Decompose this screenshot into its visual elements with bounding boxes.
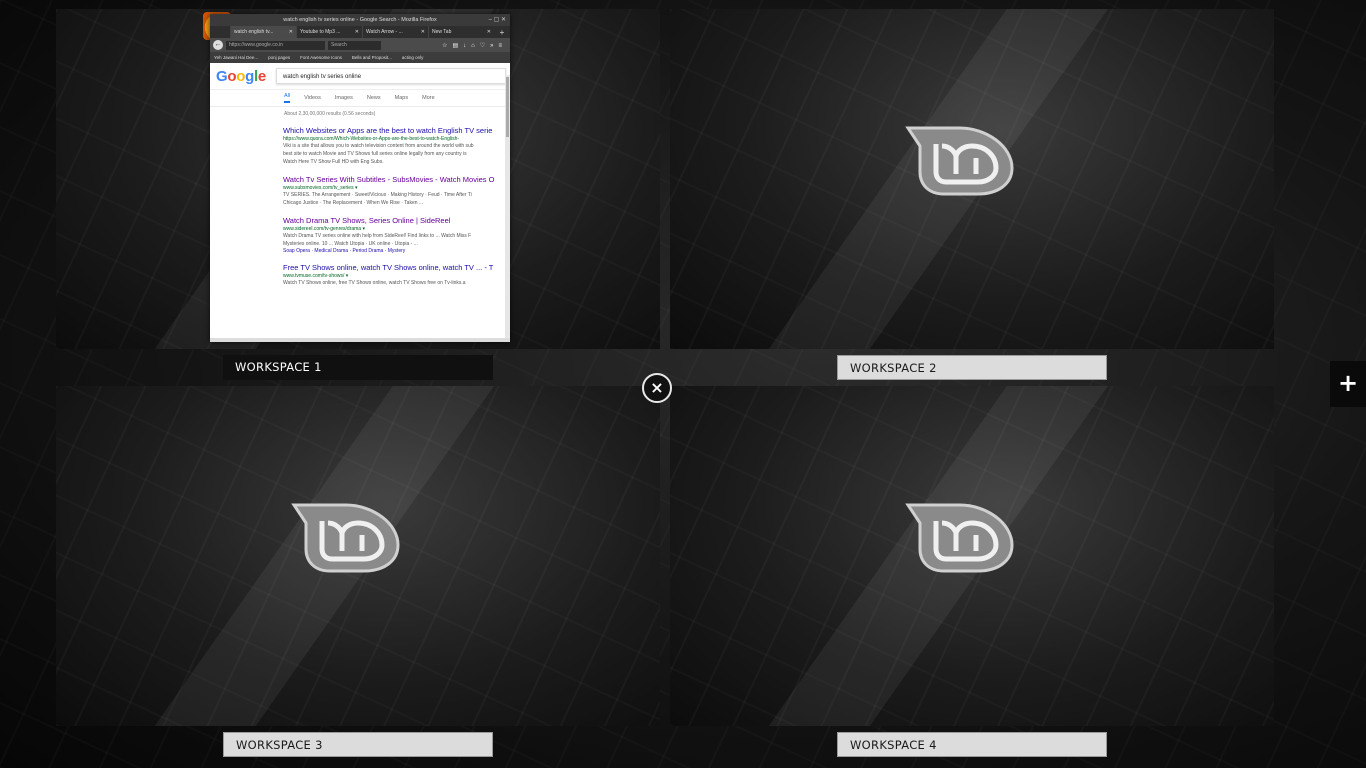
result-snippet: Mysteries online. 10 ... Watch Utopia · … (283, 241, 418, 247)
workspace-4-label[interactable]: WORKSPACE 4 (837, 732, 1107, 757)
result-snippet: Chicago Justice · The Replacement · When… (283, 200, 424, 206)
browser-tab[interactable]: watch english tv... ✕ (230, 26, 296, 38)
workspace-1-preview[interactable]: watch english tv series online - Google … (56, 9, 660, 349)
search-result: Watch Tv Series With Subtitles - SubsMov… (210, 175, 510, 207)
horizontal-scrollbar[interactable] (210, 338, 510, 342)
close-tab-icon[interactable]: ✕ (487, 26, 491, 38)
result-title[interactable]: Free TV Shows online, watch TV Shows onl… (283, 263, 510, 272)
linux-mint-logo-icon (905, 126, 1014, 196)
search-result: Free TV Shows online, watch TV Shows onl… (210, 263, 510, 287)
search-tab-videos[interactable]: Videos (304, 95, 321, 101)
navigation-toolbar: ← https://www.google.co.in Search ☆▤↓⌂♡»… (210, 38, 510, 52)
google-header: Google watch english tv series online (210, 63, 510, 90)
workspace-4-preview[interactable] (670, 386, 1274, 726)
result-snippet: Viki is a site that allows you to watch … (283, 143, 474, 149)
close-tab-icon[interactable]: ✕ (355, 26, 359, 38)
result-snippet: TV SERIES. The Arrangement · Sweet/Vicio… (283, 192, 472, 198)
browser-tab-bar: watch english tv... ✕ Youtube to Mp3 ... ✕… (210, 26, 510, 38)
result-stats: About 2,30,00,000 results (0.56 seconds) (284, 111, 376, 117)
browser-tab[interactable]: Watch Arrow - ... ✕ (362, 26, 428, 38)
search-result: Watch Drama TV Shows, Series Online | Si… (210, 216, 510, 254)
result-sitelinks[interactable]: Soap Opera · Medical Drama · Period Dram… (283, 248, 510, 254)
bookmark-item[interactable]: Font Awesome Icons (300, 52, 342, 63)
bookmarks-bar: Yeh Jawani Hai Dee... ponj pages Font Aw… (210, 52, 510, 63)
bookmark-item[interactable]: ponj pages (268, 52, 290, 63)
result-snippet: Watch TV Shows online, free TV Shows onl… (283, 280, 466, 286)
vertical-scrollbar[interactable] (505, 75, 510, 338)
workspace-3-preview[interactable] (56, 386, 660, 726)
google-logo[interactable]: Google (216, 68, 266, 85)
add-workspace-button[interactable]: + (1330, 361, 1366, 407)
url-bar[interactable]: https://www.google.co.in (226, 40, 325, 50)
scrollbar-thumb[interactable] (506, 77, 509, 137)
close-workspace-button[interactable]: × (642, 373, 672, 403)
workspace-1-label[interactable]: WORKSPACE 1 (223, 355, 493, 380)
search-result: Which Websites or Apps are the best to w… (210, 126, 510, 166)
firefox-window-thumbnail[interactable]: watch english tv series online - Google … (210, 14, 510, 342)
google-search-input[interactable]: watch english tv series online (276, 68, 506, 84)
browser-search-field[interactable]: Search (328, 40, 381, 50)
new-tab-icon[interactable]: + (494, 28, 510, 37)
close-tab-icon[interactable]: ✕ (421, 26, 425, 38)
result-title[interactable]: Watch Drama TV Shows, Series Online | Si… (283, 216, 510, 225)
close-tab-icon[interactable]: ✕ (289, 26, 293, 38)
search-tab-images[interactable]: Images (335, 95, 353, 101)
linux-mint-logo-icon (905, 503, 1014, 573)
result-title[interactable]: Which Websites or Apps are the best to w… (283, 126, 510, 135)
browser-tab[interactable]: Youtube to Mp3 ... ✕ (296, 26, 362, 38)
back-arrow-icon[interactable]: ← (213, 40, 223, 50)
browser-tab[interactable]: New Tab ✕ (428, 26, 494, 38)
result-snippet: Watch Here TV Show Full HD with Eng Subs… (283, 159, 384, 165)
search-tab-more[interactable]: More (422, 95, 435, 101)
google-search-tabs: All Videos Images News Maps More (210, 90, 510, 107)
window-titlebar: watch english tv series online - Google … (210, 14, 510, 26)
workspace-2-label[interactable]: WORKSPACE 2 (837, 355, 1107, 380)
bookmark-item[interactable]: Yeh Jawani Hai Dee... (214, 52, 258, 63)
search-tab-maps[interactable]: Maps (395, 95, 408, 101)
bookmark-item[interactable]: acting only (402, 52, 424, 63)
search-tab-news[interactable]: News (367, 95, 381, 101)
result-title[interactable]: Watch Tv Series With Subtitles - SubsMov… (283, 175, 510, 184)
workspace-3-label[interactable]: WORKSPACE 3 (223, 732, 493, 757)
workspace-2-preview[interactable] (670, 9, 1274, 349)
bookmark-item[interactable]: Bells and Proposit... (352, 52, 392, 63)
result-snippet: best site to watch Movie and TV Shows fu… (283, 151, 467, 157)
result-snippet: Watch Drama TV series online with help f… (283, 233, 472, 239)
window-controls[interactable]: ‒ ▢ ✕ (489, 14, 506, 26)
search-tab-all[interactable]: All (284, 93, 291, 103)
toolbar-icons[interactable]: ☆▤↓⌂♡»≡ (384, 42, 507, 49)
linux-mint-logo-icon (291, 503, 400, 573)
window-title: watch english tv series online - Google … (283, 17, 437, 23)
